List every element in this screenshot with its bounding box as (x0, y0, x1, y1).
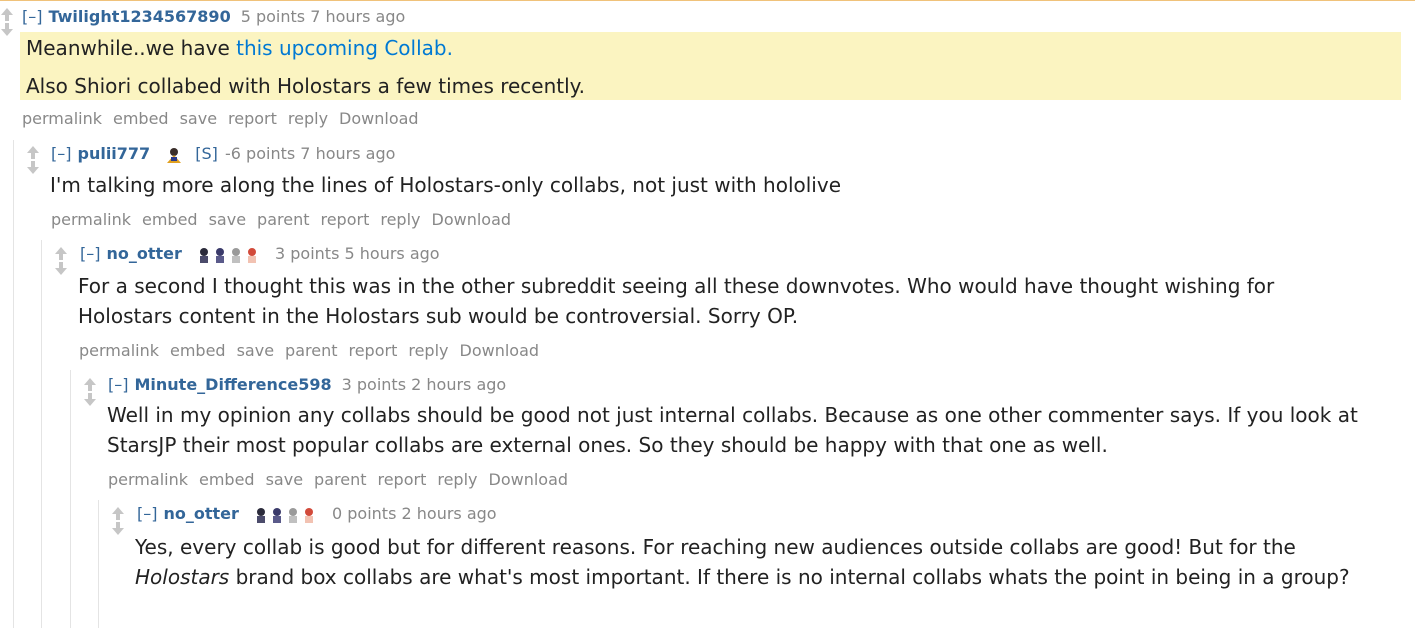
permalink-button[interactable]: permalink (79, 341, 159, 360)
comment-tagline: [–] no_otter 3 points 5 hours ago (80, 244, 440, 264)
comment-score: 0 points (332, 504, 397, 523)
download-button[interactable]: Download (432, 210, 512, 229)
embed-button[interactable]: embed (142, 210, 198, 229)
upvote-arrow-icon[interactable] (1, 8, 13, 21)
vote-arrows (54, 246, 68, 276)
user-flair-icon (257, 507, 313, 523)
embed-button[interactable]: embed (170, 341, 226, 360)
reply-button[interactable]: reply (380, 210, 420, 229)
comment-score: 3 points (275, 244, 340, 263)
comment-text: I'm talking more along the lines of Holo… (50, 173, 842, 197)
save-button[interactable]: save (266, 470, 303, 489)
comment-text-part: Yes, every collab is good but for differ… (135, 535, 1296, 559)
upvote-arrow-icon[interactable] (27, 146, 39, 159)
collapse-toggle[interactable]: [–] (80, 244, 100, 263)
comment-author[interactable]: no_otter (106, 244, 181, 263)
comment-text-part: brand box collabs are what's most import… (229, 565, 1350, 589)
vote-arrows (83, 377, 97, 407)
vote-arrows (0, 7, 14, 37)
comment-time: 2 hours ago (411, 375, 507, 394)
save-button[interactable]: save (209, 210, 246, 229)
reply-button[interactable]: reply (288, 109, 328, 128)
upvote-arrow-icon[interactable] (112, 507, 124, 520)
download-button[interactable]: Download (339, 109, 419, 128)
comment-author[interactable]: Twilight1234567890 (48, 7, 230, 26)
downvote-arrow-icon[interactable] (84, 393, 96, 406)
vote-arrows (26, 145, 40, 175)
downvote-arrow-icon[interactable] (112, 522, 124, 535)
reply-button[interactable]: reply (437, 470, 477, 489)
download-button[interactable]: Download (460, 341, 540, 360)
comment-tagline: [–] pulii777 [S] -6 points 7 hours ago (51, 144, 395, 164)
comment-score: -6 points (225, 144, 296, 163)
comment-tagline: [–] Twilight1234567890 5 points 7 hours ag… (22, 7, 405, 27)
report-button[interactable]: report (348, 341, 397, 360)
comment-body: I'm talking more along the lines of Holo… (50, 170, 1390, 200)
comment-actions: permalink embed save parent report reply Downl… (108, 470, 579, 490)
comment-actions: permalink embed save parent report reply Downl… (79, 341, 550, 361)
collapse-toggle[interactable]: [–] (51, 144, 71, 163)
comment-time: 7 hours ago (310, 7, 406, 26)
collapse-toggle[interactable]: [–] (137, 504, 157, 523)
comment-thread-page: [–] Twilight1234567890 5 points 7 hours ag… (0, 0, 1415, 628)
embed-button[interactable]: embed (199, 470, 255, 489)
top-divider (0, 0, 1415, 1)
comment-time: 2 hours ago (401, 504, 497, 523)
comment-text: Well in my opinion any collabs should be… (107, 403, 1358, 457)
downvote-arrow-icon[interactable] (55, 262, 67, 275)
comment-actions: permalink embed save report reply Download (22, 109, 430, 129)
report-button[interactable]: report (228, 109, 277, 128)
comment-text: Yes, every collab is good but for differ… (135, 532, 1385, 592)
permalink-button[interactable]: permalink (51, 210, 131, 229)
user-flair-icon (167, 147, 182, 163)
submitter-badge[interactable]: [S] (195, 144, 218, 163)
comment-time: 7 hours ago (300, 144, 396, 163)
report-button[interactable]: report (377, 470, 426, 489)
parent-button[interactable]: parent (257, 210, 309, 229)
parent-button[interactable]: parent (314, 470, 366, 489)
comment-text-italic: Holostars (135, 565, 230, 589)
thread-line (41, 240, 42, 628)
comment-tagline: [–] no_otter 0 points 2 hours ago (137, 504, 497, 524)
collab-link[interactable]: this upcoming Collab. (236, 36, 453, 60)
permalink-button[interactable]: permalink (108, 470, 188, 489)
thread-line (98, 500, 99, 628)
comment-body: Yes, every collab is good but for differ… (135, 532, 1385, 592)
thread-line (70, 370, 71, 628)
comment-text: Also Shiori collabed with Holostars a fe… (26, 74, 586, 98)
comment-text: Meanwhile..we have (26, 36, 237, 60)
comment-body: Well in my opinion any collabs should be… (107, 400, 1377, 460)
save-button[interactable]: save (180, 109, 217, 128)
downvote-arrow-icon[interactable] (27, 161, 39, 174)
comment-tagline: [–] Minute_Difference598 3 points 2 hours … (108, 375, 506, 395)
comment-actions: permalink embed save parent report reply Downl… (51, 210, 522, 230)
comment-body: Meanwhile..we have this upcoming Collab.… (20, 32, 1401, 100)
report-button[interactable]: report (320, 210, 369, 229)
permalink-button[interactable]: permalink (22, 109, 102, 128)
comment-body: For a second I thought this was in the o… (78, 271, 1318, 331)
save-button[interactable]: save (237, 341, 274, 360)
comment-author[interactable]: no_otter (163, 504, 238, 523)
collapse-toggle[interactable]: [–] (108, 375, 128, 394)
download-button[interactable]: Download (489, 470, 569, 489)
vote-arrows (111, 506, 125, 536)
comment-time: 5 hours ago (344, 244, 440, 263)
downvote-arrow-icon[interactable] (1, 23, 13, 36)
upvote-arrow-icon[interactable] (84, 378, 96, 391)
thread-line (13, 140, 14, 628)
comment-author[interactable]: pulii777 (77, 144, 150, 163)
collapse-toggle[interactable]: [–] (22, 7, 42, 26)
embed-button[interactable]: embed (113, 109, 169, 128)
upvote-arrow-icon[interactable] (55, 247, 67, 260)
reply-button[interactable]: reply (408, 341, 448, 360)
comment-score: 5 points (240, 7, 306, 26)
user-flair-icon (200, 247, 256, 263)
comment-text: For a second I thought this was in the o… (78, 274, 1275, 328)
comment-score: 3 points (341, 375, 407, 394)
comment-author[interactable]: Minute_Difference598 (134, 375, 331, 394)
parent-button[interactable]: parent (285, 341, 337, 360)
